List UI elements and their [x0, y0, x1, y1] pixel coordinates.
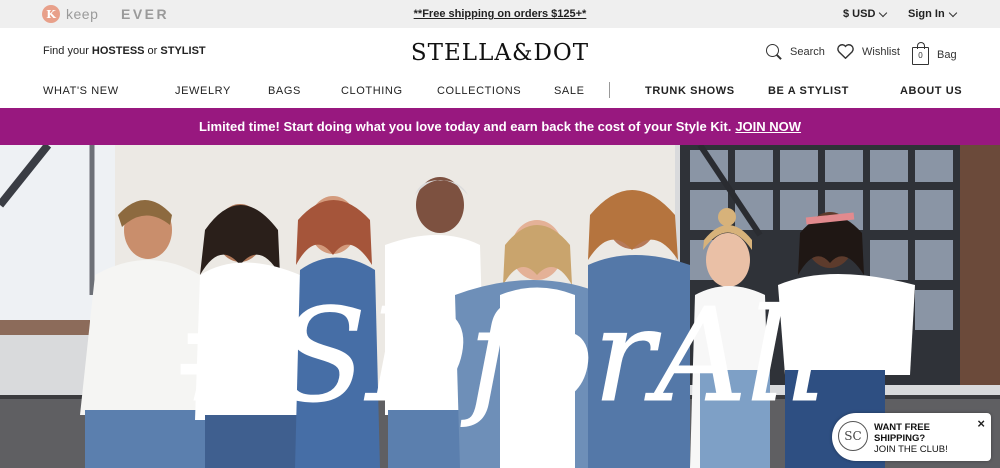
nav-item-collections[interactable]: COLLECTIONS — [437, 85, 521, 97]
free-shipping-popup[interactable]: SC WANT FREE SHIPPING? JOIN THE CLUB! × — [832, 413, 991, 461]
currency-label: $ USD — [843, 8, 876, 20]
nav-item-about-us[interactable]: ABOUT US — [900, 85, 962, 97]
promo-text: Limited time! Start doing what you love … — [198, 119, 732, 134]
style-club-logo: SC — [838, 421, 868, 451]
popup-line2: SHIPPING? — [874, 433, 926, 444]
popup-line1: WANT FREE — [874, 422, 930, 433]
search-icon — [766, 44, 782, 60]
nav-item-trunk-shows[interactable]: TRUNK SHOWS — [645, 85, 735, 97]
bag-icon: 0 — [912, 42, 929, 65]
join-now-link[interactable]: JOIN NOW — [735, 119, 801, 134]
bag-button[interactable]: 0 Bag — [912, 42, 957, 65]
chevron-down-icon — [948, 8, 957, 17]
nav-item-whats-new[interactable]: WHAT'S NEW — [43, 85, 119, 97]
nav-item-jewelry[interactable]: JEWELRY — [175, 85, 231, 97]
nav-divider — [609, 82, 610, 98]
nav-item-sale[interactable]: SALE — [554, 85, 585, 97]
wishlist-label: Wishlist — [862, 45, 900, 58]
nav-item-clothing[interactable]: CLOTHING — [341, 85, 403, 97]
currency-selector[interactable]: $ USD — [843, 8, 888, 20]
close-icon[interactable]: × — [977, 416, 985, 431]
popup-text: WANT FREE SHIPPING? JOIN THE CLUB! — [874, 422, 948, 455]
chevron-down-icon — [879, 8, 888, 17]
sign-in-menu[interactable]: Sign In — [908, 8, 957, 20]
heart-icon — [837, 44, 854, 59]
search-label: Search — [790, 46, 825, 58]
sign-in-label: Sign In — [908, 8, 945, 20]
utility-bar: K keep EVER **Free shipping on orders $1… — [0, 0, 1000, 28]
nav-item-bags[interactable]: BAGS — [268, 85, 301, 97]
wishlist-button[interactable]: Wishlist — [837, 44, 900, 59]
nav-item-be-a-stylist[interactable]: BE A STYLIST — [768, 85, 849, 97]
promo-banner: Limited time! Start doing what you love … — [0, 108, 1000, 145]
bag-label: Bag — [937, 48, 957, 61]
hero-hashtag: #SDforAll — [171, 282, 829, 431]
popup-line3[interactable]: JOIN THE CLUB! — [874, 444, 948, 455]
main-nav: WHAT'S NEW JEWELRY BAGS CLOTHING COLLECT… — [0, 85, 1000, 99]
search-button[interactable]: Search — [766, 44, 825, 60]
